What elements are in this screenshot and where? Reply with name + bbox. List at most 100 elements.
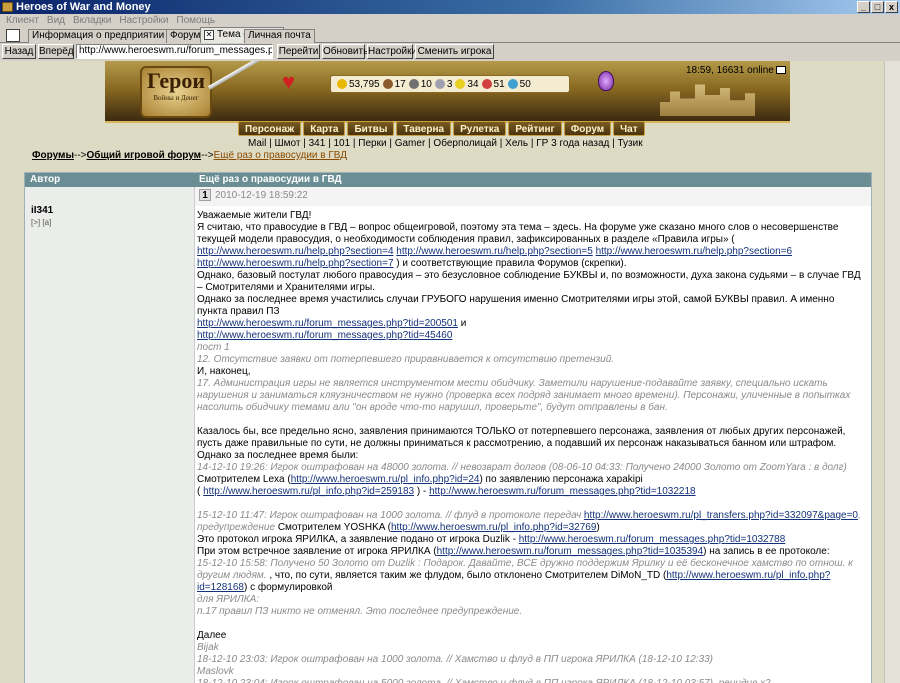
game-logo[interactable]: Герои Войны и Денег [140, 66, 212, 118]
vertical-scrollbar[interactable] [884, 61, 900, 683]
settings-button[interactable]: Настройки [367, 44, 417, 59]
menu-tavern[interactable]: Таверна [396, 121, 452, 136]
quoted-text: для ЯРИЛКА: [197, 594, 260, 605]
post-line: Maslovk [197, 666, 867, 678]
breadcrumb-forums[interactable]: Форумы [32, 150, 74, 161]
quoted-text: 18-12-10 23:03: Игрок оштрафован на 1000… [197, 654, 714, 665]
post-text: ) по заявлению персонажа xapakipi [479, 474, 643, 485]
resource-item: 3 [434, 78, 453, 90]
author-name[interactable]: iI341 [31, 205, 53, 216]
post-line: 17. Администрация игры не является инстр… [197, 378, 867, 414]
menu-client[interactable]: Клиент [2, 14, 43, 27]
post-link[interactable]: http://www.heroeswm.ru/pl_transfers.php?… [584, 510, 858, 521]
breadcrumb-section[interactable]: Общий игровой форум [87, 150, 202, 161]
menu-tabs[interactable]: Вкладки [69, 14, 115, 27]
page-viewport: Герои Войны и Денег ♥ 53,795 17 10 3 34 51 50 … [0, 61, 900, 683]
refresh-button[interactable]: Обновить [322, 44, 368, 59]
menu-settings[interactable]: Настройки [115, 14, 172, 27]
post-line: Это протокол игрока ЯРИЛКА, а заявление … [197, 534, 867, 546]
menu-chat[interactable]: Чат [613, 121, 645, 136]
forward-button[interactable]: Вперёд [38, 44, 74, 59]
menu-roulette[interactable]: Рулетка [453, 121, 507, 136]
post-line: Однако за последнее время участились слу… [197, 294, 867, 318]
menu-map[interactable]: Карта [303, 121, 346, 136]
resource-item: 53,795 [337, 79, 380, 90]
post-link[interactable]: http://www.heroeswm.ru/pl_info.php?id=32… [391, 522, 596, 533]
close-tab-icon[interactable]: ✕ [204, 30, 214, 40]
mana-potion-icon[interactable] [598, 71, 614, 91]
clock-text: 18:59, 16631 online [686, 65, 774, 76]
menu-battles[interactable]: Битвы [347, 121, 395, 136]
tab-enterprise-info[interactable]: Информация о предприятии [28, 29, 169, 43]
tab-forum[interactable]: Форум [166, 29, 205, 43]
post-link[interactable]: http://www.heroeswm.ru/forum_messages.ph… [519, 534, 786, 545]
resource-item: 50 [507, 79, 531, 90]
breadcrumb-separator: --> [74, 150, 87, 161]
post-link[interactable]: http://www.heroeswm.ru/forum_messages.ph… [197, 318, 458, 329]
post-line: пост 1 [197, 342, 867, 354]
post-line: для ЯРИЛКА: [197, 594, 867, 606]
mercury-icon [434, 78, 445, 89]
post-line: 12. Отсутствие заявки от потерпевшего пр… [197, 354, 867, 366]
post-text: Смотрителем YOSHKA ( [275, 522, 391, 533]
post-text: ) на запись в ее протоколе: [703, 546, 830, 557]
post-text: Далее [197, 630, 227, 641]
resource-value: 17 [394, 78, 406, 90]
window-title: Heroes of War and Money [16, 1, 151, 13]
author-links[interactable]: [>] [a] [31, 218, 51, 227]
back-button[interactable]: Назад [2, 44, 36, 59]
post-line: Однако за последнее время были: [197, 450, 867, 462]
heart-icon[interactable]: ♥ [282, 71, 302, 93]
post-number[interactable]: 1 [199, 189, 211, 201]
post-link[interactable]: http://www.heroeswm.ru/help.php?section=… [396, 246, 593, 257]
server-clock: 18:59, 16631 online [686, 65, 786, 76]
switch-player-button[interactable]: Сменить игрока [415, 44, 494, 59]
post-text: При этом встречное заявление от игрока Я… [197, 546, 437, 557]
tab-private-mail[interactable]: Личная почта [244, 29, 315, 43]
post-link[interactable]: http://www.heroeswm.ru/forum_messages.ph… [437, 546, 704, 557]
post-link[interactable]: http://www.heroeswm.ru/pl_info.php?id=25… [203, 486, 414, 497]
post-link[interactable]: http://www.heroeswm.ru/help.php?section=… [197, 258, 394, 269]
post-text: , что, по сути, является таким же флудом… [266, 570, 667, 581]
post-line: http://www.heroeswm.ru/help.php?section=… [197, 246, 867, 270]
navigation-bar: Назад Вперёд http://www.heroeswm.ru/foru… [0, 43, 900, 60]
post-text: Уважаемые жители ГВД! [197, 210, 312, 221]
online-list-icon[interactable] [775, 66, 786, 75]
resource-item: 17 [382, 78, 406, 90]
breadcrumb-topic[interactable]: Ещё раз о правосудии в ГВД [214, 150, 347, 161]
menu-rating[interactable]: Рейтинг [508, 121, 562, 136]
minimize-button[interactable]: _ [857, 1, 870, 13]
quoted-text: Maslovk [197, 666, 234, 677]
post-text: Я считаю, что правосудие в ГВД – вопрос … [197, 222, 839, 245]
post-link[interactable]: http://www.heroeswm.ru/forum_messages.ph… [429, 486, 696, 497]
post-link[interactable]: http://www.heroeswm.ru/forum_messages.ph… [197, 330, 452, 341]
post-text: ) [596, 522, 600, 533]
column-author: Автор [30, 174, 61, 185]
close-button[interactable]: x [885, 1, 898, 13]
main-menu: Персонаж Карта Битвы Таверна Рулетка Рей… [238, 121, 645, 136]
wood-icon [382, 78, 393, 89]
new-tab-icon[interactable] [6, 29, 20, 42]
logo-title: Герои [147, 68, 205, 93]
forum-topic-table: Автор Ещё раз о правосудии в ГВД iI341 [… [24, 172, 872, 683]
post-meta: 1 2010-12-19 18:59:22 [199, 189, 869, 203]
post-link[interactable]: http://www.heroeswm.ru/help.php?section=… [596, 246, 793, 257]
menu-view[interactable]: Вид [43, 14, 69, 27]
post-link[interactable]: http://www.heroeswm.ru/help.php?section=… [197, 246, 394, 257]
menu-forum[interactable]: Форум [563, 121, 612, 136]
maximize-button[interactable]: □ [871, 1, 884, 13]
tab-bar: Информация о предприятии Форум ✕Тема фор… [0, 27, 900, 43]
quick-links[interactable]: Mail | Шмот | 341 | 101 | Перки | Gamer … [248, 138, 643, 149]
resource-value: 10 [420, 78, 432, 90]
url-input[interactable]: http://www.heroeswm.ru/forum_messages.ph… [76, 44, 273, 59]
menu-help[interactable]: Помощь [172, 14, 219, 27]
menu-character[interactable]: Персонаж [238, 121, 302, 136]
post-link[interactable]: http://www.heroeswm.ru/pl_info.php?id=24 [291, 474, 480, 485]
go-button[interactable]: Перейти [277, 44, 320, 59]
post-text: Однако, базовый постулат любого правосуд… [197, 270, 861, 293]
post-text: Казалось бы, все предельно ясно, заявлен… [197, 426, 846, 449]
resource-value: 3 [446, 78, 453, 90]
sulfur-icon [455, 78, 466, 89]
post-line: 15-12-10 15:58: Получено 50 Золото от Du… [197, 558, 867, 594]
